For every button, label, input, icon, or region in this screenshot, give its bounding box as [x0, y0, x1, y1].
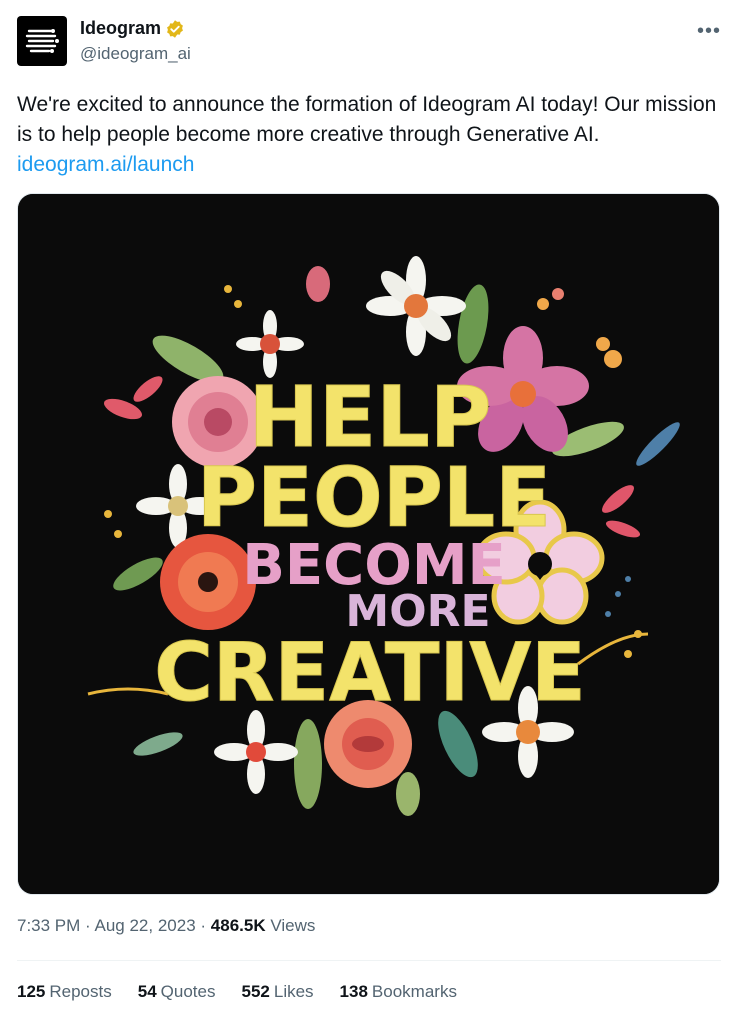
avatar[interactable] [17, 16, 67, 66]
tweet-header: Ideogram @ideogram_ai ••• [17, 16, 721, 68]
meta-separator: · [200, 916, 211, 935]
tweet-meta: 7:33 PM · Aug 22, 2023 · 486.5K Views [17, 916, 315, 936]
reposts-count: 125 [17, 982, 46, 1001]
display-name[interactable]: Ideogram [80, 18, 161, 39]
lettering-people: PEOPLE [197, 451, 551, 546]
tweet-body: We're excited to announce the formation … [17, 90, 721, 180]
tweet-time[interactable]: 7:33 PM [17, 916, 80, 935]
quotes-count: 54 [137, 982, 157, 1001]
floral-illustration: HELP PEOPLE BECOME MORE CREATIVE [18, 194, 719, 894]
tweet-link[interactable]: ideogram.ai/launch [17, 150, 721, 180]
account-handle[interactable]: @ideogram_ai [80, 44, 191, 64]
verified-badge-icon [167, 19, 183, 38]
meta-separator: · [85, 916, 95, 935]
tweet-text: We're excited to announce the formation … [17, 93, 717, 146]
likes-count: 552 [241, 982, 270, 1001]
lettering-creative: CREATIVE [154, 626, 586, 719]
engagement-stats: 125 Reposts 54 Quotes 552 Likes 138 Bookmark… [17, 982, 457, 1002]
ideogram-logo-icon [25, 29, 59, 53]
bookmarks-count: 138 [339, 982, 368, 1001]
views-count: 486.5K [210, 916, 266, 935]
quotes-label: Quotes [160, 982, 216, 1001]
reposts-stat[interactable]: 125 Reposts [17, 982, 112, 1002]
tweet-date[interactable]: Aug 22, 2023 [95, 916, 196, 935]
quotes-stat[interactable]: 54 Quotes [138, 982, 216, 1002]
divider [17, 960, 721, 961]
bookmarks-label: Bookmarks [371, 982, 457, 1001]
reposts-label: Reposts [49, 982, 112, 1001]
tweet-image[interactable]: HELP PEOPLE BECOME MORE CREATIVE [17, 193, 720, 895]
views-label: Views [270, 916, 316, 935]
more-options-icon[interactable]: ••• [697, 20, 721, 43]
bookmarks-stat[interactable]: 138 Bookmarks [340, 982, 457, 1002]
likes-stat[interactable]: 552 Likes [241, 982, 313, 1002]
likes-label: Likes [273, 982, 314, 1001]
